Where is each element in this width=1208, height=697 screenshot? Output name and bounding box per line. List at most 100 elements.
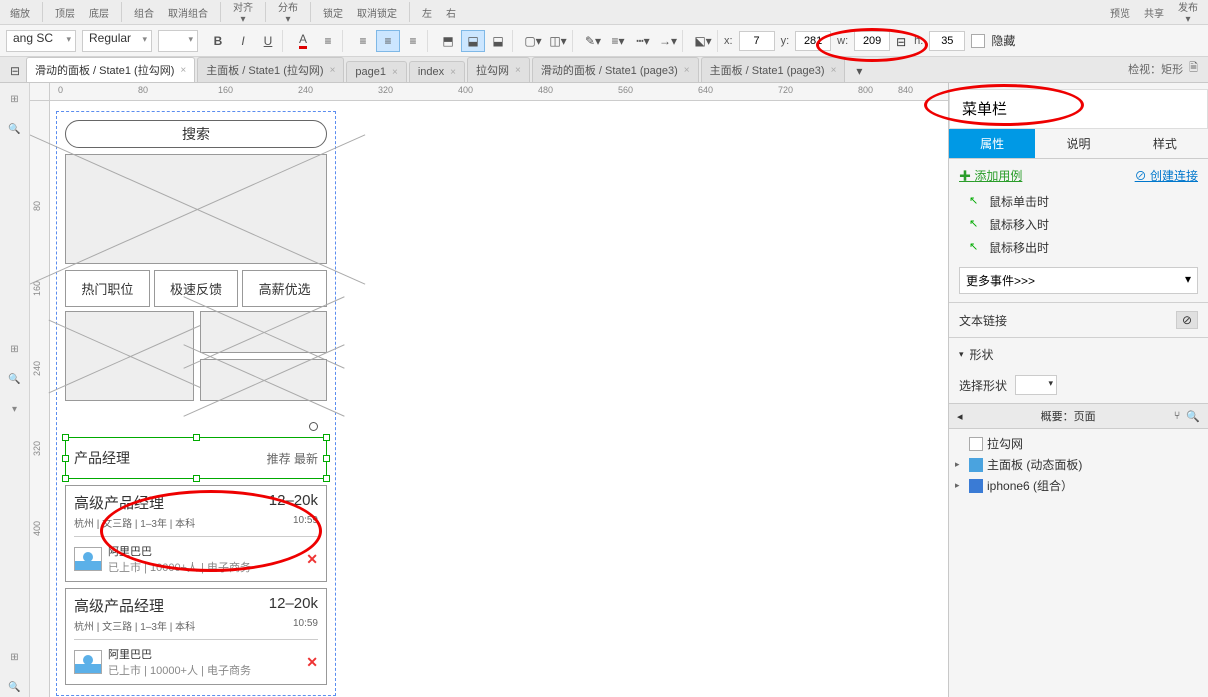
canvas[interactable]: 0 80 160 240 320 400 480 560 640 720 800… bbox=[30, 83, 948, 697]
event-onmouseleave[interactable]: 鼠标移出时 bbox=[959, 236, 1198, 259]
shape-select[interactable] bbox=[1015, 375, 1057, 395]
valign-top-button[interactable]: ⬒ bbox=[436, 30, 460, 52]
pages-panel-toggle[interactable]: ⊞ bbox=[5, 89, 25, 109]
tab-1[interactable]: 主面板 / State1 (拉勾网)× bbox=[197, 57, 344, 82]
ribbon-zoom[interactable]: 缩放 bbox=[4, 5, 36, 20]
tab-0[interactable]: 滑动的面板 / State1 (拉勾网)× bbox=[26, 57, 195, 82]
masters-search-icon[interactable]: 🔍 bbox=[5, 677, 25, 697]
ribbon-group[interactable]: 组合 bbox=[128, 5, 160, 20]
valign-bottom-button[interactable]: ⬓ bbox=[486, 30, 510, 52]
event-onmouseenter[interactable]: 鼠标移入时 bbox=[959, 213, 1198, 236]
job-card[interactable]: 高级产品经理12–20k 杭州 | 文三路 | 1–3年 | 本科10:59 阿… bbox=[65, 588, 327, 685]
close-icon[interactable]: × bbox=[180, 65, 186, 76]
fill-color-button[interactable]: ▢▾ bbox=[521, 30, 545, 52]
x-input[interactable] bbox=[739, 31, 775, 51]
underline-button[interactable]: U bbox=[256, 30, 280, 52]
tree-item-panel[interactable]: ▸主面板 (动态面板) bbox=[955, 454, 1202, 475]
close-icon[interactable]: × bbox=[515, 65, 521, 76]
font-family-select[interactable]: ang SC bbox=[6, 30, 76, 52]
line-style-button[interactable]: ┅▾ bbox=[631, 30, 655, 52]
device-frame[interactable]: 搜索 热门职位 极速反馈 高薪优选 产品经理 推荐 最新 bbox=[56, 111, 336, 696]
hidden-checkbox[interactable] bbox=[971, 34, 985, 48]
ribbon-preview[interactable]: 预览 bbox=[1104, 5, 1136, 20]
ribbon-align[interactable]: 对齐▾ bbox=[227, 0, 259, 25]
ribbon-lock[interactable]: 锁定 bbox=[317, 5, 349, 20]
filter-icon[interactable]: ⑂ bbox=[1174, 410, 1181, 422]
align-right-button[interactable]: ≡ bbox=[401, 30, 425, 52]
y-input[interactable] bbox=[795, 31, 831, 51]
cat-tab-0[interactable]: 热门职位 bbox=[65, 270, 150, 307]
line-color-button[interactable]: ✎▾ bbox=[581, 30, 605, 52]
job-card[interactable]: 高级产品经理12–20k 杭州 | 文三路 | 1–3年 | 本科10:59 阿… bbox=[65, 485, 327, 582]
delete-icon[interactable]: ✕ bbox=[306, 654, 318, 671]
widget-name-field[interactable] bbox=[949, 89, 1208, 129]
inspector-page-icon[interactable]: 🗎 bbox=[1189, 59, 1198, 78]
line-width-button[interactable]: ≡▾ bbox=[606, 30, 630, 52]
tab-4[interactable]: 拉勾网× bbox=[467, 57, 530, 82]
thumb-placeholder[interactable] bbox=[65, 311, 194, 401]
event-onclick[interactable]: 鼠标单击时 bbox=[959, 190, 1198, 213]
outer-shadow-button[interactable]: ◫▾ bbox=[546, 30, 570, 52]
close-icon[interactable]: × bbox=[831, 65, 837, 76]
search-icon[interactable]: 🔍 bbox=[5, 119, 25, 139]
create-link-link[interactable]: ⊘ 创建连接 bbox=[1135, 167, 1198, 184]
ribbon-share[interactable]: 共享 bbox=[1138, 5, 1170, 20]
font-style-select[interactable]: Regular bbox=[82, 30, 152, 52]
insp-tab-style[interactable]: 样式 bbox=[1122, 129, 1208, 158]
delete-icon[interactable]: ✕ bbox=[306, 551, 318, 568]
library-panel-toggle[interactable]: ⊞ bbox=[5, 339, 25, 359]
close-icon[interactable]: × bbox=[684, 65, 690, 76]
insp-tab-notes[interactable]: 说明 bbox=[1035, 129, 1121, 158]
selected-widget[interactable]: 产品经理 推荐 最新 bbox=[65, 437, 327, 479]
ribbon-unlock[interactable]: 取消锁定 bbox=[351, 5, 403, 20]
font-size-select[interactable] bbox=[158, 30, 198, 52]
h-input[interactable] bbox=[929, 31, 965, 51]
outline-collapse-icon[interactable]: ◂ bbox=[957, 410, 963, 423]
rotate-handle[interactable] bbox=[309, 422, 318, 431]
align-center-button[interactable]: ≡ bbox=[376, 30, 400, 52]
library-dropdown[interactable]: ▾ bbox=[5, 399, 25, 419]
ribbon-right[interactable]: 右 bbox=[440, 5, 462, 20]
close-icon[interactable]: × bbox=[450, 67, 456, 78]
bullets-button[interactable]: ≡ bbox=[316, 30, 340, 52]
tabbar-collapse-icon[interactable]: ⊟ bbox=[4, 60, 26, 82]
align-left-button[interactable]: ≡ bbox=[351, 30, 375, 52]
text-color-button[interactable]: A bbox=[291, 30, 315, 52]
close-icon[interactable]: × bbox=[330, 65, 336, 76]
w-input[interactable] bbox=[854, 31, 890, 51]
link-icon[interactable]: ⊘ bbox=[1176, 311, 1198, 329]
lock-aspect-icon[interactable]: ⊟ bbox=[896, 35, 908, 47]
tree-item-page[interactable]: 拉勾网 bbox=[955, 433, 1202, 454]
widget-name-input[interactable] bbox=[962, 100, 1195, 117]
italic-button[interactable]: I bbox=[231, 30, 255, 52]
tab-overflow-button[interactable]: ▾ bbox=[847, 60, 871, 82]
thumb-placeholder[interactable] bbox=[200, 311, 327, 353]
ribbon-back[interactable]: 底层 bbox=[83, 5, 115, 20]
more-events-dropdown[interactable]: 更多事件>>> bbox=[959, 267, 1198, 294]
add-case-link[interactable]: ✚ 添加用例 bbox=[959, 167, 1022, 184]
insp-tab-properties[interactable]: 属性 bbox=[949, 129, 1035, 158]
tab-6[interactable]: 主面板 / State1 (page3)× bbox=[701, 57, 846, 82]
bold-button[interactable]: B bbox=[206, 30, 230, 52]
valign-middle-button[interactable]: ⬓ bbox=[461, 30, 485, 52]
arrow-style-button[interactable]: →▾ bbox=[656, 30, 680, 52]
masters-panel-toggle[interactable]: ⊞ bbox=[5, 647, 25, 667]
tab-2[interactable]: page1× bbox=[346, 61, 406, 82]
outline-search-icon[interactable]: 🔍 bbox=[1186, 410, 1200, 423]
ribbon-ungroup[interactable]: 取消组合 bbox=[162, 5, 214, 20]
thumb-placeholder[interactable] bbox=[200, 359, 327, 401]
tab-3[interactable]: index× bbox=[409, 61, 465, 82]
library-search-icon[interactable]: 🔍 bbox=[5, 369, 25, 389]
shape-section-header[interactable]: 形状 bbox=[949, 337, 1208, 371]
banner-placeholder[interactable] bbox=[65, 154, 327, 264]
corner-radius-button[interactable]: ⬕▾ bbox=[691, 30, 715, 52]
ribbon-left[interactable]: 左 bbox=[416, 5, 438, 20]
tree-item-group[interactable]: ▸iphone6 (组合） bbox=[955, 475, 1202, 496]
close-icon[interactable]: × bbox=[392, 67, 398, 78]
ribbon-distribute[interactable]: 分布▾ bbox=[272, 0, 304, 25]
cat-tab-2[interactable]: 高薪优选 bbox=[242, 270, 327, 307]
tab-5[interactable]: 滑动的面板 / State1 (page3)× bbox=[532, 57, 699, 82]
ribbon-publish[interactable]: 发布▾ bbox=[1172, 0, 1204, 25]
ribbon-front[interactable]: 顶层 bbox=[49, 5, 81, 20]
search-widget[interactable]: 搜索 bbox=[65, 120, 327, 148]
